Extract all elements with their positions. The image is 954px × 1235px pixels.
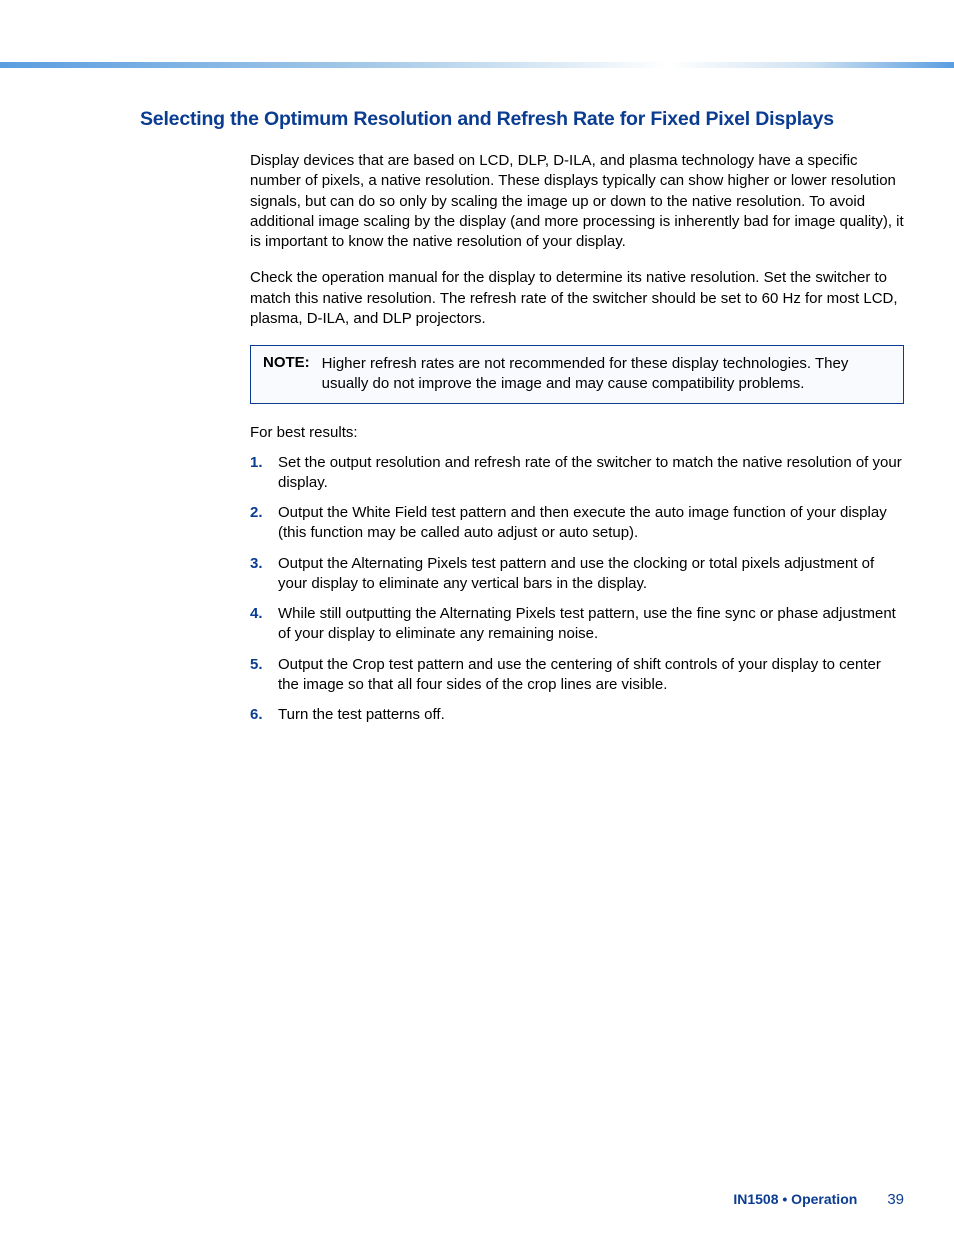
footer-section-label: IN1508 • Operation [733,1191,857,1207]
list-item: 4. While still outputting the Alternatin… [250,604,904,645]
list-intro: For best results: [250,424,904,441]
body-content: Display devices that are based on LCD, D… [250,151,904,725]
list-item: 3. Output the Alternating Pixels test pa… [250,554,904,595]
step-text: Set the output resolution and refresh ra… [278,453,904,494]
step-number: 3. [250,554,268,595]
list-item: 1. Set the output resolution and refresh… [250,453,904,494]
step-number: 4. [250,604,268,645]
header-bar [0,62,954,68]
list-item: 2. Output the White Field test pattern a… [250,503,904,544]
page-footer: IN1508 • Operation 39 [733,1191,904,1208]
section-heading: Selecting the Optimum Resolution and Ref… [140,108,904,131]
step-number: 5. [250,655,268,696]
paragraph-1: Display devices that are based on LCD, D… [250,151,904,252]
step-text: Output the Crop test pattern and use the… [278,655,904,696]
step-text: Turn the test patterns off. [278,705,904,725]
page-content: Selecting the Optimum Resolution and Ref… [140,108,904,735]
paragraph-2: Check the operation manual for the displ… [250,268,904,329]
footer-page-number: 39 [887,1191,904,1208]
list-item: 5. Output the Crop test pattern and use … [250,655,904,696]
step-number: 1. [250,453,268,494]
list-item: 6. Turn the test patterns off. [250,705,904,725]
steps-list: 1. Set the output resolution and refresh… [250,453,904,726]
note-box: NOTE: Higher refresh rates are not recom… [250,345,904,404]
step-number: 6. [250,705,268,725]
step-text: While still outputting the Alternating P… [278,604,904,645]
step-text: Output the White Field test pattern and … [278,503,904,544]
note-label: NOTE: [263,354,310,395]
step-number: 2. [250,503,268,544]
note-text: Higher refresh rates are not recommended… [322,354,891,395]
step-text: Output the Alternating Pixels test patte… [278,554,904,595]
